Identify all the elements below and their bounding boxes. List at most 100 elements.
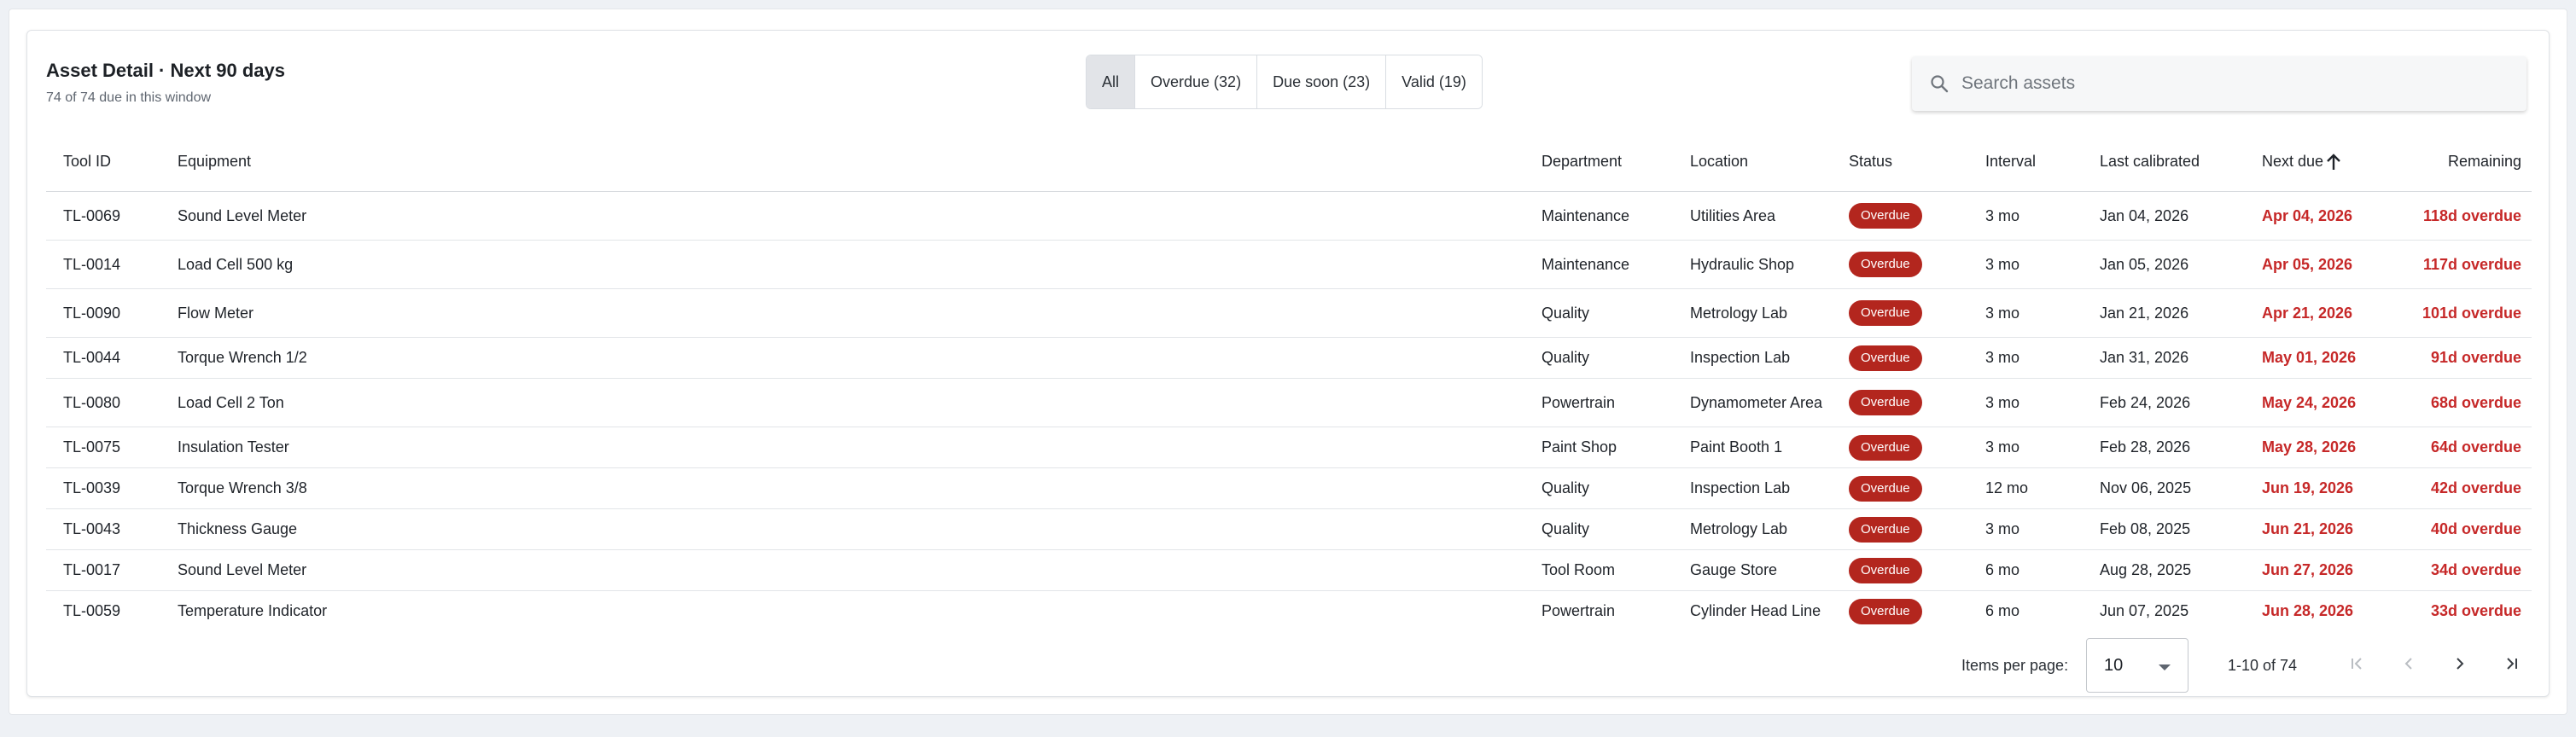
table-body: TL-0069 Sound Level Meter Maintenance Utili… (46, 191, 2532, 624)
cell-next-due: Jun 27, 2026 (2255, 549, 2414, 591)
cell-location: Hydraulic Shop (1683, 240, 1842, 289)
cell-last-calibrated: Jan 05, 2026 (2093, 240, 2255, 289)
cell-tool-id: TL-0014 (46, 240, 171, 289)
table-row[interactable]: TL-0059 Temperature Indicator Powertrain Cy… (46, 590, 2532, 624)
table-row[interactable]: TL-0069 Sound Level Meter Maintenance Utili… (46, 191, 2532, 241)
status-filter-group: All Overdue (32) Due soon (23) Valid (19… (1086, 55, 1483, 109)
col-header-remaining[interactable]: Remaining (2414, 131, 2532, 192)
arrow-up-icon (2327, 154, 2340, 170)
col-header-interval[interactable]: Interval (1979, 131, 2093, 192)
cell-equipment: Temperature Indicator (171, 590, 1535, 624)
col-header-status[interactable]: Status (1842, 131, 1979, 192)
cell-department: Maintenance (1535, 240, 1683, 289)
filter-overdue[interactable]: Overdue (32) (1134, 55, 1257, 108)
asset-detail-card: Asset Detail · Next 90 days 74 of 74 due… (26, 30, 2550, 697)
table-row[interactable]: TL-0075 Insulation Tester Paint Shop Paint … (46, 427, 2532, 468)
cell-last-calibrated: Feb 28, 2026 (2093, 427, 2255, 468)
status-badge: Overdue (1849, 203, 1922, 229)
cell-next-due-text: Jun 21, 2026 (2262, 520, 2354, 537)
cell-department: Powertrain (1535, 378, 1683, 427)
status-badge: Overdue (1849, 598, 1922, 624)
page-range-label: 1-10 of 74 (2228, 657, 2298, 674)
card-subtitle: 74 of 74 due in this window (46, 90, 212, 105)
cell-remaining: 34d overdue (2414, 549, 2532, 591)
table-row[interactable]: TL-0043 Thickness Gauge Quality Metrology L… (46, 508, 2532, 550)
cell-last-calibrated: Jan 04, 2026 (2093, 191, 2255, 241)
cell-tool-id: TL-0043 (46, 508, 171, 550)
cell-interval: 6 mo (1979, 590, 2093, 624)
cell-next-due: Jun 28, 2026 (2255, 590, 2414, 624)
col-header-equipment[interactable]: Equipment (171, 131, 1535, 192)
cell-next-due-text: Jun 27, 2026 (2262, 561, 2354, 578)
cell-interval: 3 mo (1979, 378, 2093, 427)
caret-down-icon (2159, 664, 2171, 670)
card-title: Asset Detail · Next 90 days (46, 60, 286, 81)
cell-next-due-text: Jun 19, 2026 (2262, 479, 2354, 496)
cell-next-due-text: May 24, 2026 (2262, 393, 2357, 411)
cell-equipment: Load Cell 2 Ton (171, 378, 1535, 427)
cell-remaining: 117d overdue (2414, 240, 2532, 289)
table-row[interactable]: TL-0090 Flow Meter Quality Metrology Lab Ove… (46, 288, 2532, 338)
table-row[interactable]: TL-0080 Load Cell 2 Ton Powertrain Dynamome… (46, 378, 2532, 427)
col-header-last-calibrated[interactable]: Last calibrated (2093, 131, 2255, 192)
cell-last-calibrated: Feb 08, 2025 (2093, 508, 2255, 550)
status-badge: Overdue (1849, 300, 1922, 326)
col-header-next-due[interactable]: Next due (2255, 131, 2414, 192)
assets-table: Tool ID Equipment Department Location St… (46, 131, 2532, 624)
cell-next-due: May 24, 2026 (2255, 378, 2414, 427)
cell-remaining: 118d overdue (2414, 191, 2532, 241)
search-icon (1931, 75, 1949, 93)
cell-status: Overdue (1842, 549, 1979, 591)
assets-table-container[interactable]: Tool ID Equipment Department Location St… (46, 131, 2532, 624)
col-header-tool-id[interactable]: Tool ID (46, 131, 171, 192)
status-badge: Overdue (1849, 345, 1922, 371)
paginator: Items per page: 10 1-10 of 74 (27, 624, 2549, 696)
filter-due-soon[interactable]: Due soon (23) (1256, 55, 1386, 108)
last-page-button[interactable] (2494, 647, 2528, 681)
cell-equipment: Insulation Tester (171, 427, 1535, 468)
cell-remaining: 64d overdue (2414, 427, 2532, 468)
cell-tool-id: TL-0069 (46, 191, 171, 241)
cell-interval: 3 mo (1979, 427, 2093, 468)
cell-next-due-text: May 28, 2026 (2262, 438, 2357, 456)
cell-remaining-text: 64d overdue (2430, 438, 2521, 456)
cell-remaining: 40d overdue (2414, 508, 2532, 550)
first-page-button[interactable] (2340, 647, 2375, 681)
cell-location: Paint Booth 1 (1683, 427, 1842, 468)
search-input[interactable] (1961, 73, 2526, 94)
cell-department: Maintenance (1535, 191, 1683, 241)
search-box[interactable] (1912, 56, 2526, 111)
table-row[interactable]: TL-0044 Torque Wrench 1/2 Quality Inspectio… (46, 337, 2532, 379)
cell-status: Overdue (1842, 288, 1979, 338)
filter-all[interactable]: All (1087, 55, 1135, 108)
cell-location: Inspection Lab (1683, 467, 1842, 509)
table-row[interactable]: TL-0039 Torque Wrench 3/8 Quality Inspectio… (46, 467, 2532, 509)
col-header-department[interactable]: Department (1535, 131, 1683, 192)
table-row[interactable]: TL-0014 Load Cell 500 kg Maintenance Hydrau… (46, 240, 2532, 289)
cell-equipment: Flow Meter (171, 288, 1535, 338)
cell-next-due-text: Apr 05, 2026 (2262, 255, 2353, 273)
cell-equipment: Load Cell 500 kg (171, 240, 1535, 289)
cell-status: Overdue (1842, 508, 1979, 550)
cell-location: Metrology Lab (1683, 508, 1842, 550)
table-row[interactable]: TL-0017 Sound Level Meter Tool Room Gauge S… (46, 549, 2532, 591)
next-page-button[interactable] (2443, 647, 2477, 681)
cell-next-due-text: Apr 21, 2026 (2262, 304, 2353, 322)
cell-tool-id: TL-0075 (46, 427, 171, 468)
cell-department: Tool Room (1535, 549, 1683, 591)
cell-department: Quality (1535, 288, 1683, 338)
cell-next-due: Apr 05, 2026 (2255, 240, 2414, 289)
cell-interval: 3 mo (1979, 508, 2093, 550)
cell-next-due: Jun 21, 2026 (2255, 508, 2414, 550)
filter-valid[interactable]: Valid (19) (1385, 55, 1482, 108)
status-badge: Overdue (1849, 390, 1922, 415)
col-header-location[interactable]: Location (1683, 131, 1842, 192)
cell-remaining-text: 40d overdue (2430, 520, 2521, 537)
cell-remaining-text: 42d overdue (2430, 479, 2521, 496)
cell-last-calibrated: Jan 21, 2026 (2093, 288, 2255, 338)
status-badge: Overdue (1849, 516, 1922, 543)
items-per-page-select[interactable]: 10 (2086, 638, 2188, 693)
cell-department: Paint Shop (1535, 427, 1683, 468)
status-badge: Overdue (1849, 557, 1922, 583)
prev-page-button[interactable] (2392, 647, 2426, 681)
